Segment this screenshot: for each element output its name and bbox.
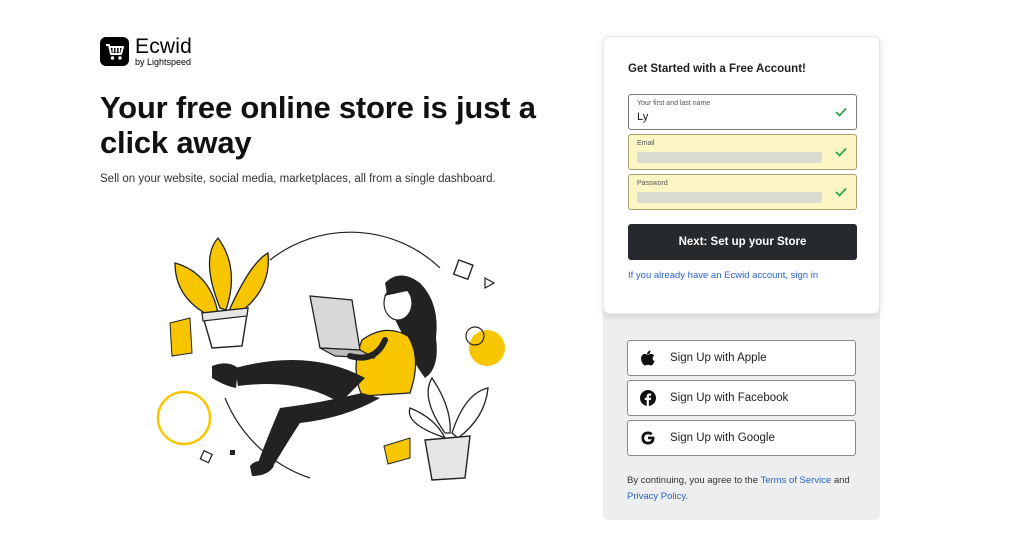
hero-title: Your free online store is just a click a… — [100, 90, 536, 160]
signup-facebook-button[interactable]: Sign Up with Facebook — [627, 380, 856, 416]
brand-wordmark: Ecwid by Lightspeed — [135, 36, 192, 67]
password-field-label: Password — [637, 180, 668, 187]
signup-google-button[interactable]: Sign Up with Google — [627, 420, 856, 456]
terms-prefix: By continuing, you agree to the — [627, 475, 761, 486]
password-redacted — [637, 192, 822, 203]
signup-apple-button[interactable]: Sign Up with Apple — [627, 340, 856, 376]
card-title: Get Started with a Free Account! — [628, 63, 806, 75]
signup-google-label: Sign Up with Google — [670, 432, 775, 444]
signup-card: Get Started with a Free Account! Your fi… — [603, 36, 880, 314]
signup-apple-label: Sign Up with Apple — [670, 352, 767, 364]
brand-logo[interactable]: Ecwid by Lightspeed — [100, 36, 192, 67]
terms-text: By continuing, you agree to the Terms of… — [627, 473, 862, 505]
google-icon — [640, 430, 656, 446]
facebook-icon — [640, 390, 656, 406]
apple-icon — [640, 350, 656, 366]
privacy-policy-link[interactable]: Privacy Policy — [627, 491, 685, 502]
brand-name: Ecwid — [135, 35, 193, 58]
name-field-label: Your first and last name — [637, 100, 711, 107]
signin-link[interactable]: If you already have an Ecwid account, si… — [628, 270, 818, 281]
checkmark-icon — [835, 107, 847, 117]
password-field[interactable]: Password — [628, 174, 857, 210]
name-field[interactable]: Your first and last name Ly — [628, 94, 857, 130]
setup-store-button[interactable]: Next: Set up your Store — [628, 224, 857, 260]
email-redacted — [637, 152, 822, 163]
terms-suffix: . — [685, 491, 689, 502]
shopping-cart-icon — [100, 37, 129, 66]
name-field-value[interactable]: Ly — [637, 111, 648, 123]
plant-top-left — [169, 236, 270, 357]
hero-illustration — [156, 231, 505, 481]
hero-subtitle: Sell on your website, social media, mark… — [100, 173, 496, 185]
signup-facebook-label: Sign Up with Facebook — [670, 392, 789, 404]
checkmark-icon — [835, 147, 847, 157]
email-field-label: Email — [637, 140, 655, 147]
brand-tagline: by Lightspeed — [135, 57, 192, 67]
terms-of-service-link[interactable]: Terms of Service — [760, 475, 831, 486]
email-field[interactable]: Email — [628, 134, 857, 170]
terms-and: and — [831, 475, 850, 486]
checkmark-icon — [835, 187, 847, 197]
